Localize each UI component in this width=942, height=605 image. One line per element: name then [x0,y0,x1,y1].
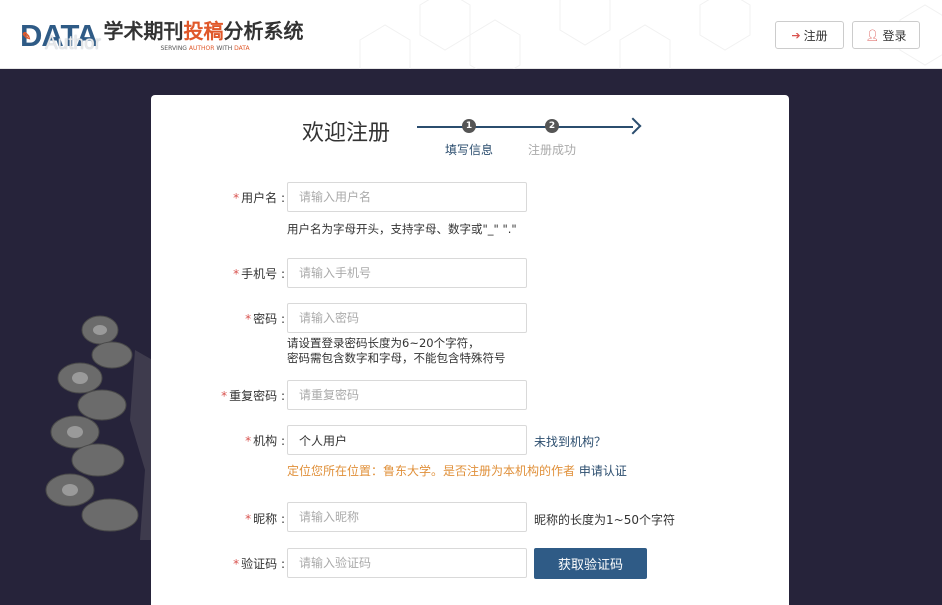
step-1-label: 填写信息 [445,143,494,157]
top-header: DATA Author ✎ 学术期刊投稿分析系统 SERVING AUTHOR … [0,0,942,69]
header-register-button[interactable]: ➔ 注册 [775,21,844,49]
logo-data-wordmark: DATA Author ✎ [20,18,101,54]
institution-location-hint: 定位您所在位置：鲁东大学。是否注册为本机构的作者 申请认证 [287,464,627,478]
institution-label: * 机构 : [245,434,285,448]
nickname-hint: 昵称的长度为1~50个字符 [534,513,675,527]
institution-input[interactable] [287,425,527,455]
get-captcha-button[interactable]: 获取验证码 [534,548,647,579]
nickname-input[interactable] [287,502,527,532]
confirm-password-input[interactable] [287,380,527,410]
site-subtitle: SERVING AUTHOR WITH DATA [160,45,250,52]
logo-text: 学术期刊投稿分析系统 SERVING AUTHOR WITH DATA [104,18,304,52]
steps-arrow-icon [624,117,642,135]
steps-line [417,126,633,128]
sign-in-icon: ➔ [791,28,801,42]
user-icon: 👤︎ [865,28,880,42]
phone-input[interactable] [287,258,527,288]
username-input[interactable] [287,182,527,212]
logo-pen-icon: ✎ [22,31,31,43]
nickname-label: * 昵称 : [245,512,285,526]
step-2-badge: 2 [545,119,559,133]
captcha-label: * 验证码 : [233,557,285,571]
step-1-badge: 1 [462,119,476,133]
registration-card: 欢迎注册 1 2 填写信息 注册成功 *用户名 : 用户名为字母开头，支持字母、… [151,95,789,605]
site-logo[interactable]: DATA Author ✎ 学术期刊投稿分析系统 SERVING AUTHOR … [20,18,304,54]
password-hint-line2: 密码需包含数字和字母，不能包含特殊符号 [287,351,506,365]
step-2-label: 注册成功 [528,143,577,157]
registration-steps: 1 2 填写信息 注册成功 [415,117,655,167]
confirm-password-label: * 重复密码 : [221,389,285,403]
institution-not-found-link[interactable]: 未找到机构？ [534,433,606,450]
username-hint: 用户名为字母开头，支持字母、数字或"_" "." [287,222,517,236]
captcha-input[interactable] [287,548,527,578]
apply-certification-link[interactable]: 申请认证 [579,464,627,478]
username-label: * 用户名 : [233,191,285,205]
header-login-button[interactable]: 👤︎ 登录 [852,21,920,49]
password-label: * 密码 : [245,312,285,326]
password-input[interactable] [287,303,527,333]
site-title: 学术期刊投稿分析系统 [103,19,304,43]
phone-label: * 手机号 : [233,267,285,281]
password-hint-line1: 请设置登录密码长度为6~20个字符， [287,336,480,350]
page-title: 欢迎注册 [302,121,391,146]
logo-author-overlay: Author [45,33,101,54]
